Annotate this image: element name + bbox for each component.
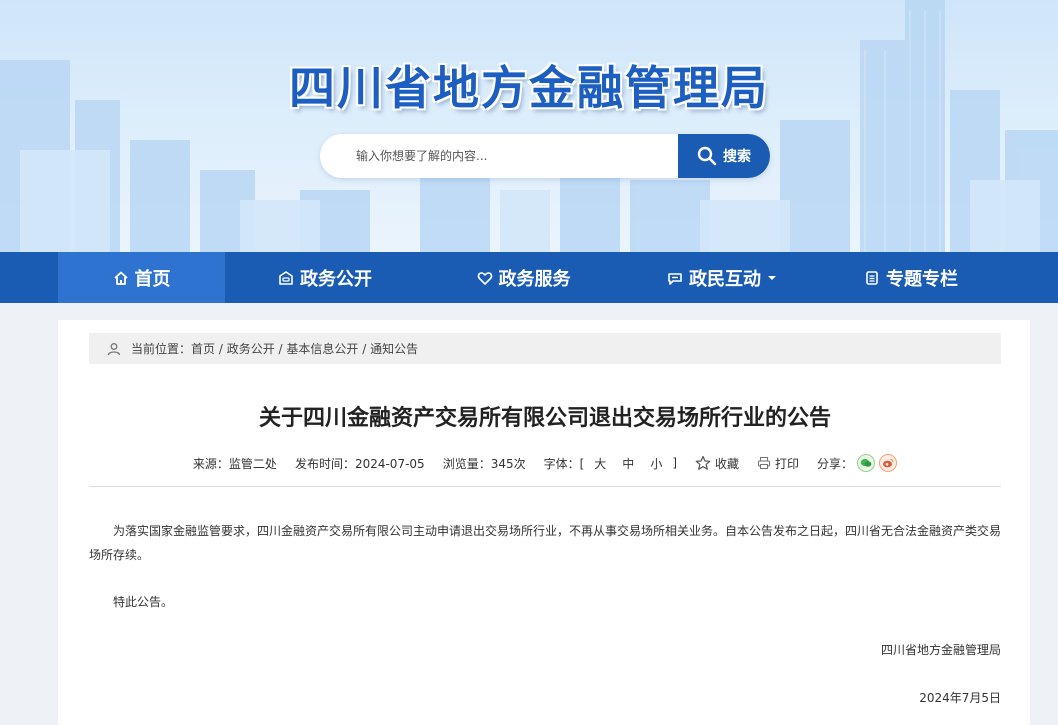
nav-label-home: 首页 — [134, 268, 171, 290]
main-nav: 首页 政务公开 政务服务 政民互动 专题专栏 — [0, 252, 1058, 303]
nav-label-government-affairs: 政务公开 — [300, 268, 372, 290]
caret-down-icon — [768, 275, 776, 280]
font-size-label: 字体：[ — [543, 456, 585, 471]
document-icon — [866, 270, 878, 285]
article-views: 浏览量：345次 — [442, 456, 526, 471]
breadcrumb-government-affairs[interactable]: 政务公开 — [227, 342, 275, 356]
printer-icon — [757, 456, 771, 470]
share-control: 分享： — [817, 454, 898, 472]
article-body: 为落实国家金融监管要求，四川金融资产交易所有限公司主动申请退出交易场所行业，不再… — [89, 524, 1002, 562]
article-sign-date: 2024年7月5日 — [919, 691, 1001, 705]
breadcrumb-separator: / — [274, 342, 287, 356]
search-button-label: 搜索 — [723, 149, 751, 165]
weibo-share-icon[interactable] — [879, 454, 898, 472]
nav-item-public-interaction[interactable]: 政民互动 — [622, 252, 822, 303]
breadcrumb: 当前位置：首页 / 政务公开 / 基本信息公开 / 通知公告 — [89, 333, 1001, 364]
breadcrumb-separator: / — [358, 342, 371, 356]
print-label: 打印 — [775, 456, 800, 471]
breadcrumb-prefix: 当前位置： — [131, 342, 192, 356]
font-size-control: 字体：[ 大 中 小 ] — [544, 455, 677, 472]
breadcrumb-separator: / — [215, 342, 227, 356]
article-closing: 特此公告。 — [113, 595, 174, 609]
nav-item-government-services[interactable]: 政务服务 — [425, 252, 622, 303]
font-size-large[interactable]: 大 — [594, 455, 606, 472]
favorite-button[interactable]: 收藏 — [695, 455, 739, 472]
wechat-share-icon[interactable] — [857, 454, 876, 472]
nav-label-government-services: 政务服务 — [498, 268, 571, 290]
site-title: 四川省地方金融管理局 — [289, 61, 769, 115]
home-icon — [113, 271, 128, 285]
nav-item-government-affairs[interactable]: 政务公开 — [225, 252, 425, 303]
search-icon — [697, 146, 717, 166]
building-icon — [279, 270, 293, 285]
nav-label-public-interaction: 政民互动 — [689, 268, 761, 290]
article-source: 来源：监管二处 — [192, 456, 277, 471]
nav-item-home[interactable]: 首页 — [58, 252, 225, 303]
user-location-icon — [107, 342, 121, 355]
font-size-small[interactable]: 小 — [650, 455, 662, 472]
breadcrumb-notices[interactable]: 通知公告 — [370, 342, 418, 356]
share-label: 分享： — [817, 456, 854, 471]
font-size-medium[interactable]: 中 — [622, 455, 634, 472]
favorite-label: 收藏 — [715, 456, 740, 471]
heart-icon — [477, 271, 492, 285]
search-box: 搜索 — [320, 134, 770, 178]
city-skyline-illustration — [0, 0, 1058, 252]
article-signature: 四川省地方金融管理局 — [880, 643, 1001, 657]
article-card: 当前位置：首页 / 政务公开 / 基本信息公开 / 通知公告 关于四川金融资产交… — [58, 320, 1030, 725]
nav-item-special-topics[interactable]: 专题专栏 — [822, 252, 1000, 303]
breadcrumb-basic-info[interactable]: 基本信息公开 — [286, 342, 358, 356]
font-size-close: ] — [672, 456, 678, 470]
search-input[interactable] — [320, 134, 678, 178]
content-divider — [89, 486, 1001, 487]
article-title: 关于四川金融资产交易所有限公司退出交易场所行业的公告 — [258, 406, 831, 431]
chat-icon — [668, 272, 682, 285]
header-banner: 四川省地方金融管理局 搜索 — [0, 0, 1058, 252]
nav-label-special-topics: 专题专栏 — [886, 268, 958, 290]
article-date: 发布时间：2024-07-05 — [294, 456, 425, 471]
breadcrumb-home[interactable]: 首页 — [191, 342, 215, 356]
print-button[interactable]: 打印 — [757, 455, 799, 472]
article-meta: 来源：监管二处 发布时间：2024-07-05 浏览量：345次 字体：[ 大 … — [89, 453, 1001, 473]
star-icon — [695, 455, 711, 470]
search-button[interactable]: 搜索 — [678, 134, 770, 178]
